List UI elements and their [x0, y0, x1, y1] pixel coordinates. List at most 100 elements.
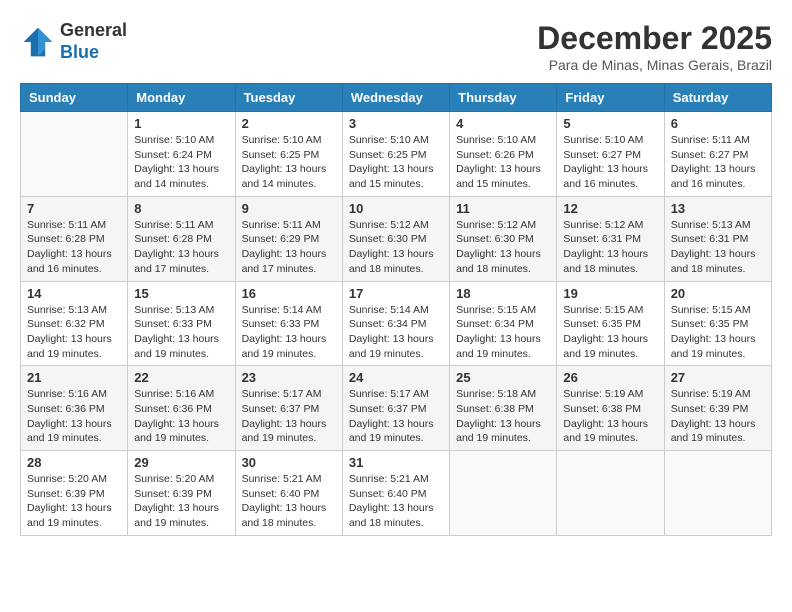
logo-icon: [20, 24, 56, 60]
day-number: 20: [671, 286, 765, 301]
sunrise-text: Sunrise: 5:10 AM: [456, 134, 536, 146]
daylight-text: Daylight: 13 hours and 19 minutes.: [563, 333, 648, 360]
sunrise-text: Sunrise: 5:11 AM: [671, 134, 750, 146]
daylight-text: Daylight: 13 hours and 17 minutes.: [134, 248, 219, 275]
weekday-header-saturday: Saturday: [664, 84, 771, 112]
calendar-cell: 22 Sunrise: 5:16 AM Sunset: 6:36 PM Dayl…: [128, 366, 235, 451]
calendar-cell: 20 Sunrise: 5:15 AM Sunset: 6:35 PM Dayl…: [664, 281, 771, 366]
calendar-cell: 14 Sunrise: 5:13 AM Sunset: 6:32 PM Dayl…: [21, 281, 128, 366]
sunrise-text: Sunrise: 5:15 AM: [456, 304, 536, 316]
sunrise-text: Sunrise: 5:15 AM: [671, 304, 751, 316]
day-number: 31: [349, 455, 443, 470]
calendar-cell: 31 Sunrise: 5:21 AM Sunset: 6:40 PM Dayl…: [342, 451, 449, 536]
sunrise-text: Sunrise: 5:10 AM: [349, 134, 429, 146]
cell-info: Sunrise: 5:14 AM Sunset: 6:34 PM Dayligh…: [349, 303, 443, 362]
day-number: 23: [242, 370, 336, 385]
day-number: 9: [242, 201, 336, 216]
cell-info: Sunrise: 5:12 AM Sunset: 6:31 PM Dayligh…: [563, 218, 657, 277]
sunrise-text: Sunrise: 5:16 AM: [27, 388, 107, 400]
day-number: 26: [563, 370, 657, 385]
daylight-text: Daylight: 13 hours and 18 minutes.: [456, 248, 541, 275]
cell-info: Sunrise: 5:14 AM Sunset: 6:33 PM Dayligh…: [242, 303, 336, 362]
calendar-cell: 24 Sunrise: 5:17 AM Sunset: 6:37 PM Dayl…: [342, 366, 449, 451]
calendar-cell: 1 Sunrise: 5:10 AM Sunset: 6:24 PM Dayli…: [128, 112, 235, 197]
sunset-text: Sunset: 6:40 PM: [349, 488, 427, 500]
daylight-text: Daylight: 13 hours and 18 minutes.: [242, 502, 327, 529]
sunrise-text: Sunrise: 5:10 AM: [563, 134, 643, 146]
calendar-cell: 6 Sunrise: 5:11 AM Sunset: 6:27 PM Dayli…: [664, 112, 771, 197]
calendar-cell: 28 Sunrise: 5:20 AM Sunset: 6:39 PM Dayl…: [21, 451, 128, 536]
cell-info: Sunrise: 5:10 AM Sunset: 6:25 PM Dayligh…: [242, 133, 336, 192]
location-text: Para de Minas, Minas Gerais, Brazil: [537, 57, 772, 73]
daylight-text: Daylight: 13 hours and 19 minutes.: [134, 418, 219, 445]
sunrise-text: Sunrise: 5:21 AM: [349, 473, 429, 485]
day-number: 7: [27, 201, 121, 216]
cell-info: Sunrise: 5:10 AM Sunset: 6:24 PM Dayligh…: [134, 133, 228, 192]
day-number: 4: [456, 116, 550, 131]
sunset-text: Sunset: 6:27 PM: [563, 149, 641, 161]
weekday-header-row: SundayMondayTuesdayWednesdayThursdayFrid…: [21, 84, 772, 112]
cell-info: Sunrise: 5:15 AM Sunset: 6:34 PM Dayligh…: [456, 303, 550, 362]
calendar-cell: 29 Sunrise: 5:20 AM Sunset: 6:39 PM Dayl…: [128, 451, 235, 536]
sunset-text: Sunset: 6:31 PM: [563, 233, 641, 245]
sunset-text: Sunset: 6:35 PM: [671, 318, 749, 330]
title-block: December 2025 Para de Minas, Minas Gerai…: [537, 20, 772, 73]
cell-info: Sunrise: 5:16 AM Sunset: 6:36 PM Dayligh…: [134, 387, 228, 446]
daylight-text: Daylight: 13 hours and 19 minutes.: [563, 418, 648, 445]
sunrise-text: Sunrise: 5:17 AM: [242, 388, 322, 400]
day-number: 2: [242, 116, 336, 131]
cell-info: Sunrise: 5:17 AM Sunset: 6:37 PM Dayligh…: [349, 387, 443, 446]
cell-info: Sunrise: 5:13 AM Sunset: 6:32 PM Dayligh…: [27, 303, 121, 362]
calendar-cell: 18 Sunrise: 5:15 AM Sunset: 6:34 PM Dayl…: [450, 281, 557, 366]
daylight-text: Daylight: 13 hours and 18 minutes.: [671, 248, 756, 275]
sunset-text: Sunset: 6:34 PM: [456, 318, 534, 330]
day-number: 27: [671, 370, 765, 385]
cell-info: Sunrise: 5:19 AM Sunset: 6:38 PM Dayligh…: [563, 387, 657, 446]
cell-info: Sunrise: 5:15 AM Sunset: 6:35 PM Dayligh…: [563, 303, 657, 362]
cell-info: Sunrise: 5:15 AM Sunset: 6:35 PM Dayligh…: [671, 303, 765, 362]
calendar-cell: 16 Sunrise: 5:14 AM Sunset: 6:33 PM Dayl…: [235, 281, 342, 366]
day-number: 8: [134, 201, 228, 216]
daylight-text: Daylight: 13 hours and 19 minutes.: [27, 502, 112, 529]
calendar-week-row: 14 Sunrise: 5:13 AM Sunset: 6:32 PM Dayl…: [21, 281, 772, 366]
calendar-cell: 25 Sunrise: 5:18 AM Sunset: 6:38 PM Dayl…: [450, 366, 557, 451]
day-number: 14: [27, 286, 121, 301]
logo-text-blue: Blue: [60, 42, 127, 64]
calendar-cell: 19 Sunrise: 5:15 AM Sunset: 6:35 PM Dayl…: [557, 281, 664, 366]
calendar-week-row: 1 Sunrise: 5:10 AM Sunset: 6:24 PM Dayli…: [21, 112, 772, 197]
calendar-cell: 4 Sunrise: 5:10 AM Sunset: 6:26 PM Dayli…: [450, 112, 557, 197]
daylight-text: Daylight: 13 hours and 16 minutes.: [671, 163, 756, 190]
sunset-text: Sunset: 6:33 PM: [242, 318, 320, 330]
cell-info: Sunrise: 5:17 AM Sunset: 6:37 PM Dayligh…: [242, 387, 336, 446]
calendar-week-row: 28 Sunrise: 5:20 AM Sunset: 6:39 PM Dayl…: [21, 451, 772, 536]
sunset-text: Sunset: 6:33 PM: [134, 318, 212, 330]
daylight-text: Daylight: 13 hours and 16 minutes.: [27, 248, 112, 275]
day-number: 13: [671, 201, 765, 216]
calendar-cell: 30 Sunrise: 5:21 AM Sunset: 6:40 PM Dayl…: [235, 451, 342, 536]
sunset-text: Sunset: 6:32 PM: [27, 318, 105, 330]
cell-info: Sunrise: 5:11 AM Sunset: 6:27 PM Dayligh…: [671, 133, 765, 192]
sunrise-text: Sunrise: 5:11 AM: [27, 219, 106, 231]
day-number: 12: [563, 201, 657, 216]
day-number: 15: [134, 286, 228, 301]
cell-info: Sunrise: 5:11 AM Sunset: 6:28 PM Dayligh…: [134, 218, 228, 277]
daylight-text: Daylight: 13 hours and 19 minutes.: [27, 418, 112, 445]
cell-info: Sunrise: 5:21 AM Sunset: 6:40 PM Dayligh…: [242, 472, 336, 531]
calendar-cell: 17 Sunrise: 5:14 AM Sunset: 6:34 PM Dayl…: [342, 281, 449, 366]
sunset-text: Sunset: 6:39 PM: [671, 403, 749, 415]
sunset-text: Sunset: 6:24 PM: [134, 149, 212, 161]
sunset-text: Sunset: 6:28 PM: [134, 233, 212, 245]
daylight-text: Daylight: 13 hours and 19 minutes.: [456, 333, 541, 360]
sunset-text: Sunset: 6:34 PM: [349, 318, 427, 330]
logo-text-general: General: [60, 20, 127, 42]
daylight-text: Daylight: 13 hours and 15 minutes.: [349, 163, 434, 190]
day-number: 5: [563, 116, 657, 131]
day-number: 22: [134, 370, 228, 385]
sunrise-text: Sunrise: 5:10 AM: [242, 134, 322, 146]
logo: General Blue: [20, 20, 127, 63]
day-number: 19: [563, 286, 657, 301]
cell-info: Sunrise: 5:19 AM Sunset: 6:39 PM Dayligh…: [671, 387, 765, 446]
sunrise-text: Sunrise: 5:20 AM: [134, 473, 214, 485]
sunset-text: Sunset: 6:38 PM: [563, 403, 641, 415]
weekday-header-tuesday: Tuesday: [235, 84, 342, 112]
